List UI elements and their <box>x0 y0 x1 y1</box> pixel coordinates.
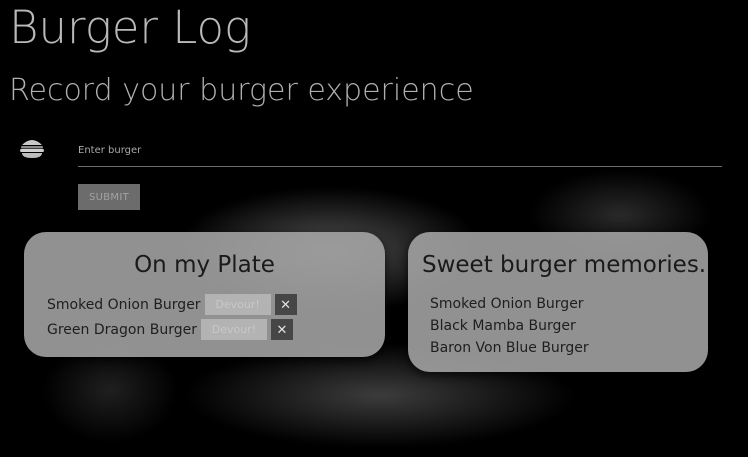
list-item: Smoked Onion Burger <box>430 296 584 312</box>
submit-button[interactable]: SUBMIT <box>78 184 140 210</box>
delete-icon[interactable]: ✕ <box>270 319 293 340</box>
page-title: Burger Log <box>9 1 252 54</box>
list-item: Green Dragon Burger Devour! ✕ <box>47 317 297 342</box>
delete-icon[interactable]: ✕ <box>274 294 297 315</box>
burger-memories-card: Sweet burger memories. Smoked Onion Burg… <box>408 232 708 372</box>
page-subtitle: Record your burger experience <box>9 73 474 108</box>
devour-button[interactable]: Devour! <box>204 294 271 315</box>
burger-input-field <box>78 138 722 167</box>
memories-list: Smoked Onion Burger Black Mamba Burger B… <box>430 293 589 359</box>
list-item: Black Mamba Burger <box>430 318 576 334</box>
devour-button[interactable]: Devour! <box>200 319 267 340</box>
burger-input[interactable] <box>78 138 722 163</box>
plate-list: Smoked Onion Burger Devour! ✕ Green Drag… <box>47 292 297 342</box>
list-item: Baron Von Blue Burger <box>430 340 589 356</box>
burger-name: Green Dragon Burger <box>47 321 197 338</box>
burger-name: Smoked Onion Burger <box>47 296 201 313</box>
background-image <box>0 0 748 457</box>
on-my-plate-card: On my Plate Smoked Onion Burger Devour! … <box>24 232 385 357</box>
burger-memories-title: Sweet burger memories. <box>422 252 707 278</box>
list-item: Smoked Onion Burger Devour! ✕ <box>47 292 297 317</box>
on-my-plate-title: On my Plate <box>134 252 275 278</box>
burger-icon <box>19 136 45 160</box>
